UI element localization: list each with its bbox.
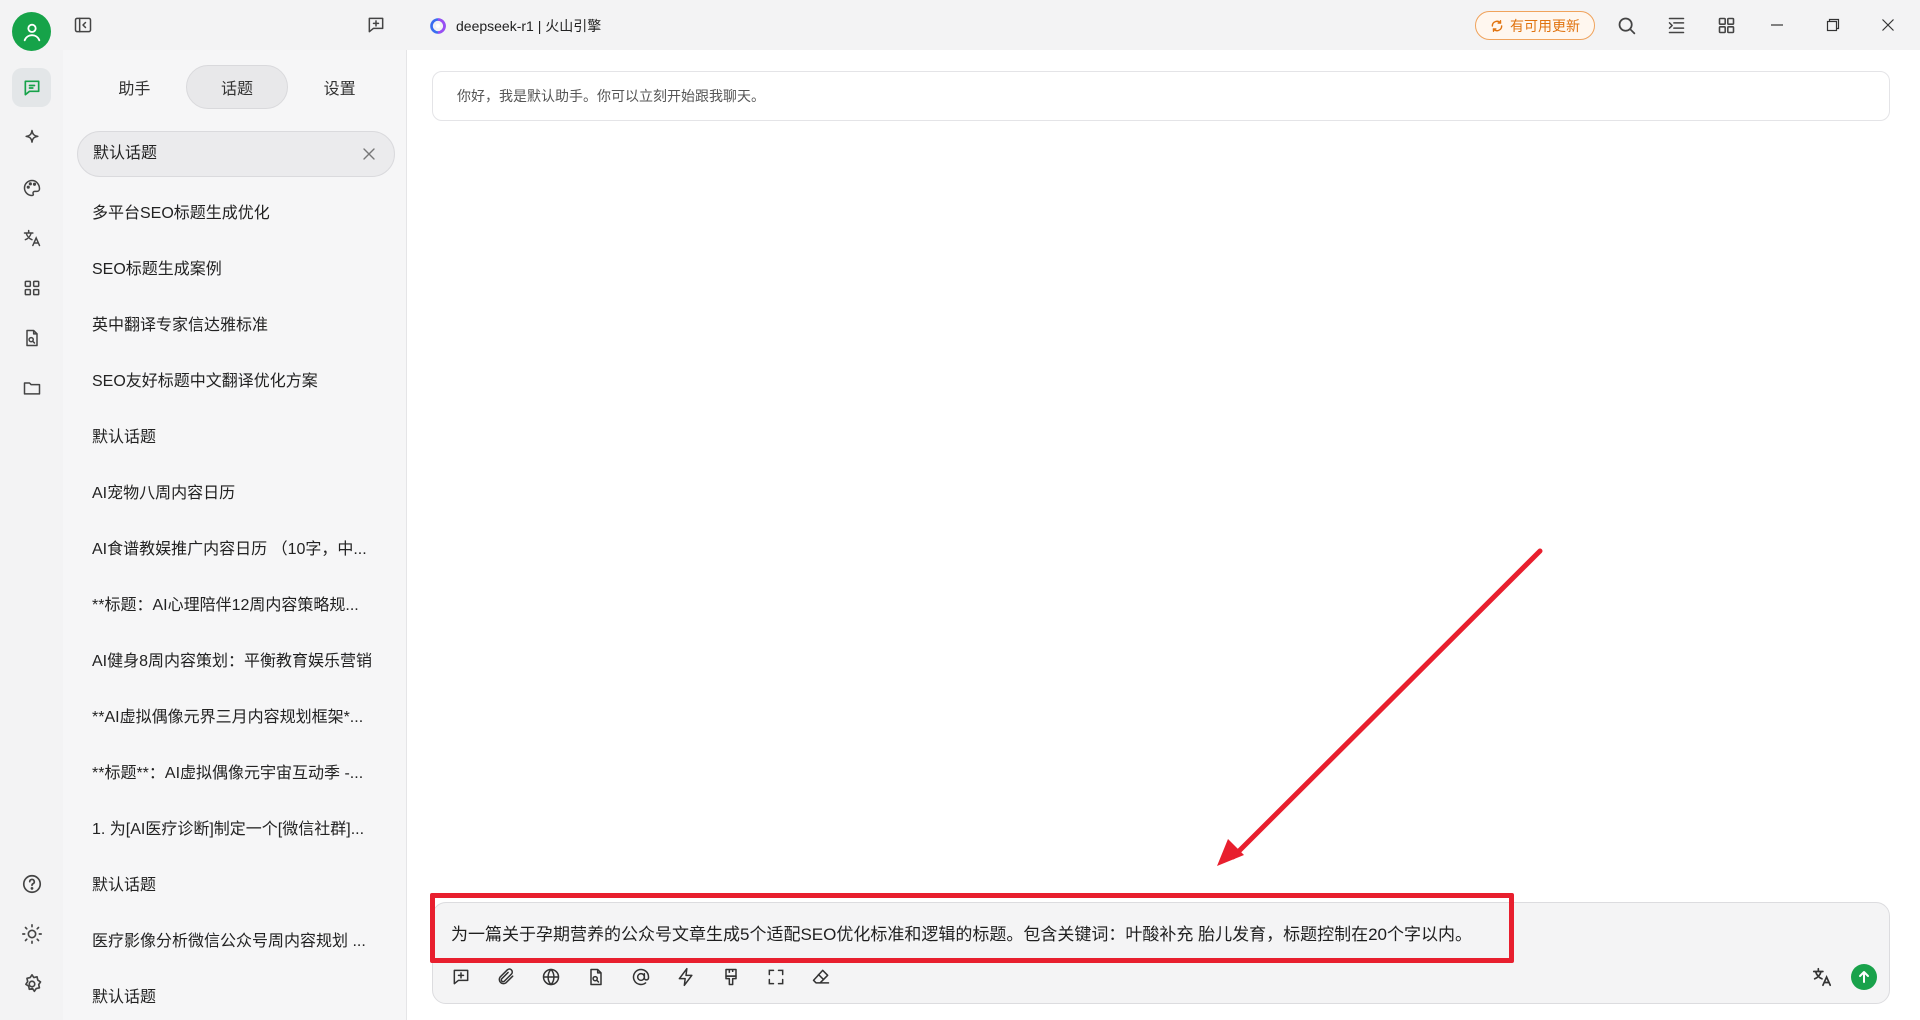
- attachment-icon[interactable]: [494, 963, 539, 991]
- assistant-greeting: 你好，我是默认助手。你可以立刻开始跟我聊天。: [432, 71, 1890, 121]
- update-label: 有可用更新: [1510, 17, 1580, 34]
- globe-icon[interactable]: [539, 963, 584, 991]
- sun-icon[interactable]: [12, 914, 51, 953]
- send-button[interactable]: [1851, 964, 1877, 990]
- topic-item[interactable]: 多平台SEO标题生成优化: [77, 186, 395, 242]
- lightning-icon[interactable]: [674, 963, 719, 991]
- new-topic-icon[interactable]: [449, 963, 494, 991]
- translate-icon[interactable]: [1811, 966, 1833, 988]
- search-icon[interactable]: [1613, 12, 1639, 38]
- new-topic-icon[interactable]: [363, 12, 389, 38]
- tab-settings[interactable]: 设置: [288, 65, 391, 109]
- apps-icon[interactable]: [12, 268, 51, 307]
- model-logo-icon: [430, 18, 446, 34]
- help-icon[interactable]: [12, 864, 51, 903]
- refresh-icon: [1491, 19, 1503, 32]
- tab-topics[interactable]: 话题: [185, 65, 289, 109]
- palette-icon[interactable]: [12, 168, 51, 207]
- topic-item[interactable]: **标题：AI心理陪伴12周内容策略规...: [77, 578, 395, 634]
- topic-item[interactable]: 默认话题: [77, 410, 395, 466]
- eraser-icon[interactable]: [809, 963, 854, 991]
- topic-item[interactable]: AI食谱教娱推广内容日历 （10字，中...: [77, 522, 395, 578]
- minimize-icon[interactable]: [1764, 12, 1790, 38]
- restore-icon[interactable]: [1820, 12, 1846, 38]
- toggle-sidebar-icon[interactable]: [70, 12, 96, 38]
- close-icon[interactable]: [362, 132, 376, 176]
- model-label: deepseek-r1 | 火山引擎: [456, 18, 602, 34]
- topics-panel: 助手 话题 设置 默认话题 多平台SEO标题生成优化 SEO标题生成案例 英中翻…: [63, 50, 407, 1020]
- tab-assistant[interactable]: 助手: [83, 65, 186, 109]
- topic-item[interactable]: **AI虚拟偶像元界三月内容规划框架*...: [77, 690, 395, 746]
- title-bar: deepseek-r1 | 火山引擎 有可用更新: [63, 0, 1920, 50]
- brush-icon[interactable]: [719, 963, 764, 991]
- topic-item[interactable]: 1. 为[AI医疗诊断]制定一个[微信社群]...: [77, 802, 395, 858]
- knowledge-base-icon[interactable]: [584, 963, 629, 991]
- chat-icon[interactable]: [12, 68, 51, 107]
- composer-actions: [1811, 963, 1877, 991]
- gear-icon[interactable]: [12, 964, 51, 1003]
- arrow-up-icon: [1859, 971, 1869, 983]
- model-selector[interactable]: deepseek-r1 | 火山引擎: [430, 16, 601, 36]
- topic-item[interactable]: SEO友好标题中文翻译优化方案: [77, 354, 395, 410]
- composer-toolbar: [449, 963, 854, 991]
- topic-item[interactable]: SEO标题生成案例: [77, 242, 395, 298]
- avatar[interactable]: [12, 12, 51, 51]
- panel-tabs: 助手 话题 设置: [83, 65, 391, 109]
- layout-icon[interactable]: [1663, 12, 1689, 38]
- topic-item[interactable]: 默认话题: [77, 970, 395, 1020]
- close-window-icon[interactable]: [1875, 12, 1901, 38]
- topic-item-active[interactable]: 默认话题: [77, 131, 395, 177]
- topic-item[interactable]: 英中翻译专家信达雅标准: [77, 298, 395, 354]
- fullscreen-icon[interactable]: [764, 963, 809, 991]
- topic-item[interactable]: **标题**：AI虚拟偶像元宇宙互动季 -...: [77, 746, 395, 802]
- document-search-icon[interactable]: [12, 318, 51, 357]
- folder-icon[interactable]: [12, 368, 51, 407]
- topic-item[interactable]: AI健身8周内容策划：平衡教育娱乐营销: [77, 634, 395, 690]
- topic-item[interactable]: 医疗影像分析微信公众号周内容规划 ...: [77, 914, 395, 970]
- topic-item[interactable]: 默认话题: [77, 858, 395, 914]
- grid-view-icon[interactable]: [1713, 12, 1739, 38]
- icon-rail: [0, 0, 63, 1020]
- message-composer[interactable]: 为一篇关于孕期营养的公众号文章生成5个适配SEO优化标准和逻辑的标题。包含关键词…: [432, 902, 1890, 1004]
- topic-label: 默认话题: [93, 145, 158, 162]
- translate-icon[interactable]: [12, 218, 51, 257]
- message-input[interactable]: 为一篇关于孕期营养的公众号文章生成5个适配SEO优化标准和逻辑的标题。包含关键词…: [451, 917, 1472, 953]
- mention-icon[interactable]: [629, 963, 674, 991]
- topic-list: 默认话题 多平台SEO标题生成优化 SEO标题生成案例 英中翻译专家信达雅标准 …: [77, 131, 395, 1020]
- topic-item[interactable]: AI宠物八周内容日历: [77, 466, 395, 522]
- sparkle-icon[interactable]: [12, 118, 51, 157]
- update-available-button[interactable]: 有可用更新: [1475, 11, 1595, 40]
